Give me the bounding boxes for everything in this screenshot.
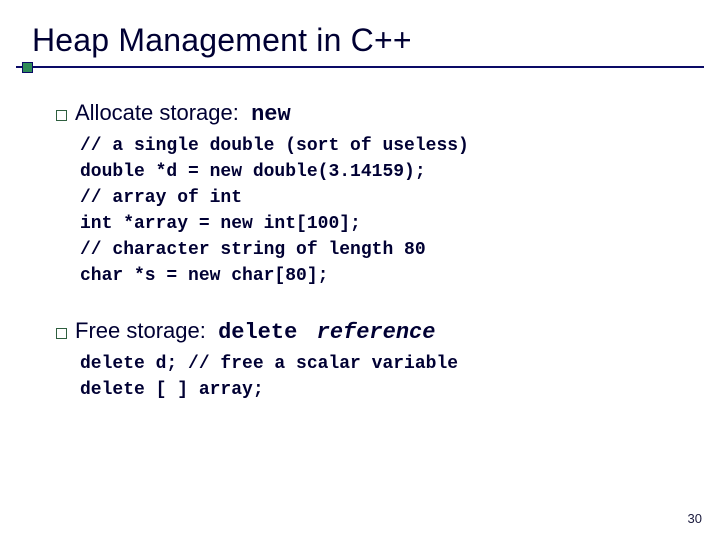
bullet-square-icon: [56, 110, 67, 121]
keyword-new: new: [251, 102, 291, 127]
bullet-allocate: Allocate storage: new: [56, 100, 676, 127]
slide: Heap Management in C++ Allocate storage:…: [0, 0, 720, 540]
slide-title: Heap Management in C++: [32, 22, 412, 59]
bullet-square-icon: [56, 328, 67, 339]
bullet-free-label: Free storage:: [75, 318, 206, 343]
bullet-allocate-label: Allocate storage:: [75, 100, 239, 125]
bullet-free: Free storage: delete reference: [56, 318, 676, 345]
page-number: 30: [688, 511, 702, 526]
divider-line: [16, 66, 704, 68]
keyword-reference: reference: [303, 320, 435, 345]
bullet-allocate-text: Allocate storage: new: [75, 100, 291, 127]
title-divider: [16, 62, 704, 72]
code-allocate: // a single double (sort of useless) dou…: [80, 133, 676, 290]
divider-accent-box: [22, 62, 33, 73]
keyword-delete: delete: [218, 320, 297, 345]
content-area: Allocate storage: new // a single double…: [56, 100, 676, 431]
bullet-free-text: Free storage: delete reference: [75, 318, 435, 345]
code-free: delete d; // free a scalar variable dele…: [80, 351, 676, 403]
